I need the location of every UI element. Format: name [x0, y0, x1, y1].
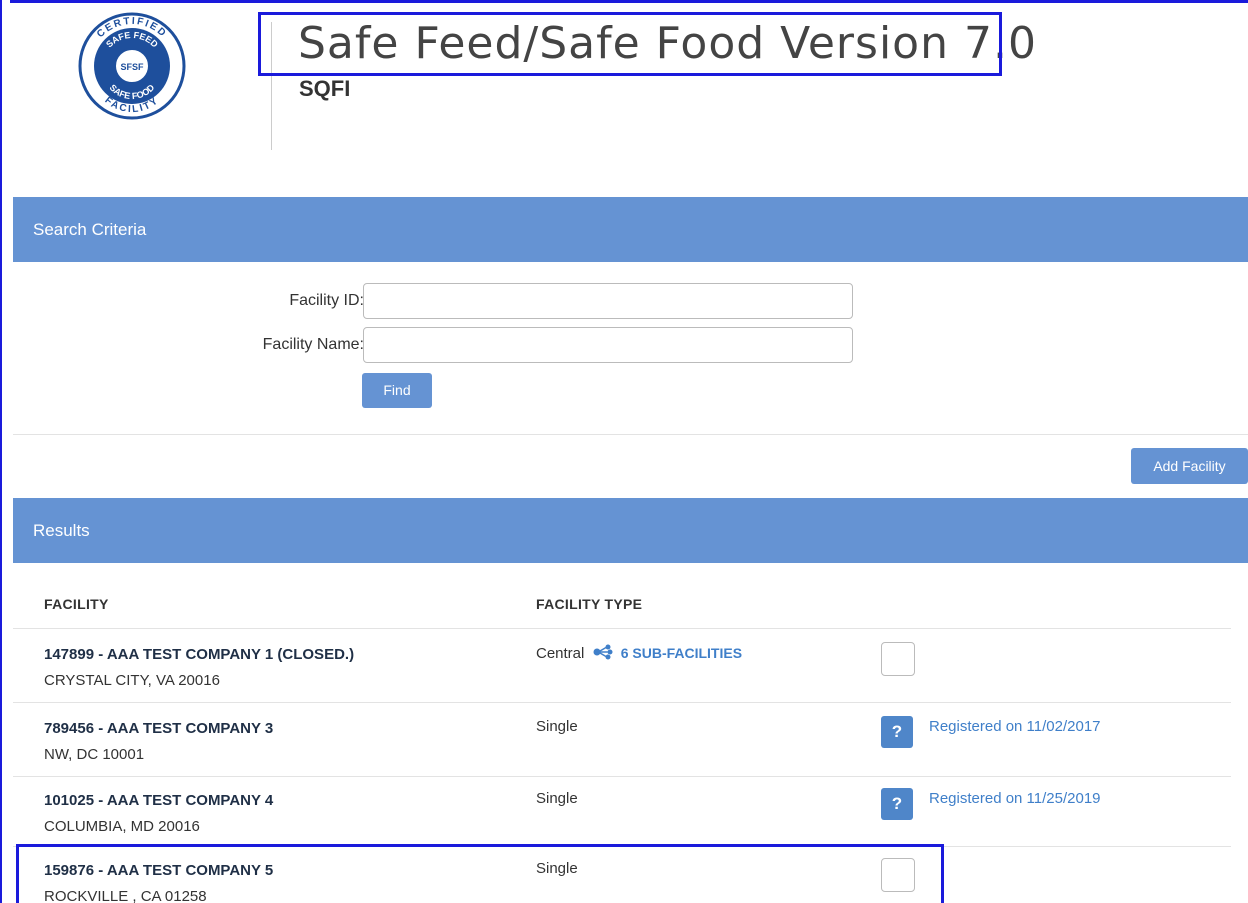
row-checkbox[interactable]	[881, 642, 915, 676]
row-highlight-box	[16, 844, 944, 903]
table-row[interactable]: 147899 - AAA TEST COMPANY 1 (CLOSED.) CR…	[13, 628, 1231, 702]
facility-name[interactable]: 147899 - AAA TEST COMPANY 1 (CLOSED.)	[44, 646, 354, 663]
facility-name-label: Facility Name:	[262, 336, 364, 353]
facility-address: NW, DC 10001	[44, 746, 145, 763]
frame-left-border	[0, 0, 10, 903]
logo-text-center: SFSF	[120, 62, 144, 72]
results-header: Results	[13, 498, 1248, 563]
facility-name-input[interactable]	[363, 327, 853, 363]
find-button[interactable]: Find	[362, 373, 432, 408]
sub-facilities-link[interactable]: 6 SUB-FACILITIES	[621, 645, 742, 661]
column-header-facility: FACILITY	[44, 596, 109, 612]
table-row[interactable]: 789456 - AAA TEST COMPANY 3 NW, DC 10001…	[13, 702, 1231, 776]
registration-status-link[interactable]: Registered on 11/02/2017	[929, 718, 1101, 735]
column-header-facility-type: FACILITY TYPE	[536, 596, 643, 612]
facility-id-input[interactable]	[363, 283, 853, 319]
facility-type: Single	[536, 718, 578, 735]
facility-id-label: Facility ID:	[289, 292, 364, 309]
facility-address: CRYSTAL CITY, VA 20016	[44, 672, 220, 689]
facility-type: Central 6 SUB-FACILITIES	[536, 644, 742, 662]
search-divider	[13, 434, 1248, 435]
registration-status-link[interactable]: Registered on 11/25/2019	[929, 790, 1101, 807]
facility-name[interactable]: 789456 - AAA TEST COMPANY 3	[44, 720, 273, 737]
facility-address: COLUMBIA, MD 20016	[44, 818, 200, 835]
page-subtitle: SQFI	[299, 76, 351, 101]
facility-name[interactable]: 101025 - AAA TEST COMPANY 4	[44, 792, 273, 809]
search-criteria-header: Search Criteria	[13, 197, 1248, 262]
title-highlight-box	[258, 12, 1002, 76]
frame-top-border	[0, 0, 1248, 3]
help-icon[interactable]: ?	[881, 788, 913, 820]
sfsf-logo: CERTIFIED FACILITY SAFE FEED SAFE FOOD S…	[78, 12, 186, 120]
help-icon[interactable]: ?	[881, 716, 913, 748]
facility-type-label: Central	[536, 645, 585, 662]
add-facility-button[interactable]: Add Facility	[1131, 448, 1248, 484]
facility-type: Single	[536, 790, 578, 807]
hierarchy-icon	[593, 644, 613, 660]
table-row[interactable]: 101025 - AAA TEST COMPANY 4 COLUMBIA, MD…	[13, 776, 1231, 846]
